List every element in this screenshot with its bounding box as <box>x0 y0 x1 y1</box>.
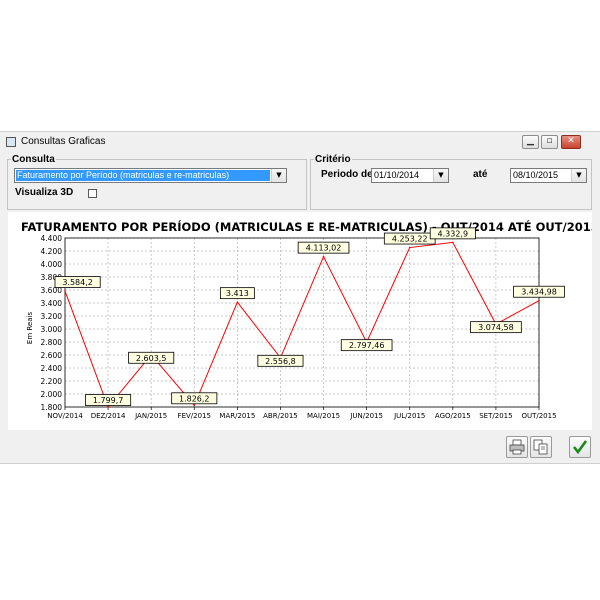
y-tick-label: 1.800 <box>41 403 63 412</box>
x-tick-label: DEZ/2014 <box>91 412 126 420</box>
to-date-picker[interactable]: 08/10/2015 ▼ <box>510 168 587 183</box>
consulta-group: Consulta Faturamento por Período (matric… <box>7 154 307 210</box>
plot-frame <box>64 237 540 408</box>
minimize-button[interactable]: ▁ <box>522 135 539 149</box>
data-label: 4.332,9 <box>438 229 469 238</box>
data-point <box>408 246 411 249</box>
maximize-icon: ▫ <box>546 136 553 146</box>
data-point <box>452 241 454 244</box>
visualiza-3d-checkbox[interactable] <box>88 189 97 198</box>
y-tick-label: 3.000 <box>41 325 63 334</box>
from-date-value: 01/10/2014 <box>374 170 420 180</box>
app-icon <box>6 137 16 147</box>
chart-panel: FATURAMENTO POR PERÍODO (MATRICULAS E RE… <box>8 212 599 430</box>
y-tick-label: 3.200 <box>41 312 63 321</box>
maximize-button[interactable]: ▫ <box>541 135 558 149</box>
y-tick-label: 2.000 <box>41 390 63 399</box>
data-point <box>538 299 540 302</box>
data-label: 3.413 <box>226 289 249 298</box>
periodo-de-label: Periodo de <box>321 169 373 180</box>
checkmark-icon <box>572 440 588 455</box>
consultas-graficas-window: Consultas Graficas ▁ ▫ ✕ Consulta Fatura… <box>0 131 600 464</box>
data-label: 2.797,46 <box>349 341 385 350</box>
data-label: 1.799,7 <box>93 396 124 405</box>
data-label: 2.556,8 <box>265 357 296 366</box>
copy-icon <box>533 439 548 455</box>
copy-button[interactable] <box>530 436 552 458</box>
confirm-button[interactable] <box>569 436 591 458</box>
data-point <box>193 404 196 407</box>
from-date-picker[interactable]: 01/10/2014 ▼ <box>371 168 449 183</box>
series-line <box>64 241 540 409</box>
data-label: 4.253,22 <box>392 235 428 244</box>
data-label: 1.826,2 <box>179 394 210 403</box>
close-icon: ✕ <box>567 136 575 146</box>
y-tick-label: 2.600 <box>41 351 63 360</box>
data-label: 3.584,2 <box>62 278 93 287</box>
x-tick-label: ABR/2015 <box>263 412 298 420</box>
data-label: 2.603,5 <box>136 354 167 363</box>
data-label: 3.434,98 <box>521 288 557 297</box>
consulta-selected-value: Faturamento por Período (matriculas e re… <box>16 170 270 181</box>
x-tick-label: JUL/2015 <box>393 412 425 420</box>
print-button[interactable] <box>506 436 528 458</box>
y-tick-label: 2.200 <box>41 377 63 386</box>
data-label: 4.113,02 <box>306 244 342 253</box>
chevron-down-icon[interactable]: ▼ <box>433 169 448 182</box>
x-tick-label: JUN/2015 <box>349 412 383 420</box>
x-tick-label: AGO/2015 <box>435 412 471 420</box>
chevron-down-icon[interactable]: ▼ <box>271 169 286 182</box>
y-axis-label: Em Reais <box>26 312 34 345</box>
line-chart: FATURAMENTO POR PERÍODO (MATRICULAS E RE… <box>21 219 599 420</box>
x-tick-label: JAN/2015 <box>134 412 167 420</box>
data-point <box>107 406 109 408</box>
y-tick-label: 2.800 <box>41 338 63 347</box>
x-tick-label: MAI/2015 <box>307 412 340 420</box>
y-tick-label: 4.400 <box>41 234 63 243</box>
chart-title: FATURAMENTO POR PERÍODO (MATRICULAS E RE… <box>21 219 592 234</box>
y-tick-label: 4.000 <box>41 260 63 269</box>
y-tick-label: 2.400 <box>41 364 63 373</box>
close-button[interactable]: ✕ <box>561 135 581 149</box>
criterio-group: Critério Periodo de 01/10/2014 ▼ até 08/… <box>310 154 592 210</box>
minimize-icon: ▁ <box>527 136 534 146</box>
consulta-legend: Consulta <box>11 154 56 165</box>
printer-icon <box>509 439 525 455</box>
x-tick-label: FEV/2015 <box>178 412 211 420</box>
x-tick-label: MAR/2015 <box>219 412 255 420</box>
data-point <box>236 301 239 303</box>
consulta-select[interactable]: Faturamento por Período (matriculas e re… <box>14 168 287 183</box>
x-tick-label: NOV/2014 <box>47 412 83 420</box>
data-point <box>322 255 325 258</box>
y-tick-label: 3.400 <box>41 299 63 308</box>
chevron-down-icon[interactable]: ▼ <box>571 169 586 182</box>
data-label: 3.074,58 <box>478 323 514 332</box>
to-date-value: 08/10/2015 <box>513 170 559 180</box>
visualiza-3d-label: Visualiza 3D <box>15 187 74 198</box>
ate-label: até <box>473 169 488 180</box>
y-tick-label: 4.200 <box>41 247 63 256</box>
title-bar: Consultas Graficas ▁ ▫ ✕ <box>0 132 600 153</box>
data-point <box>64 290 66 292</box>
criterio-legend: Critério <box>314 154 352 165</box>
window-title: Consultas Graficas <box>21 136 106 147</box>
x-tick-label: SET/2015 <box>479 412 512 420</box>
x-tick-label: OUT/2015 <box>521 412 556 420</box>
